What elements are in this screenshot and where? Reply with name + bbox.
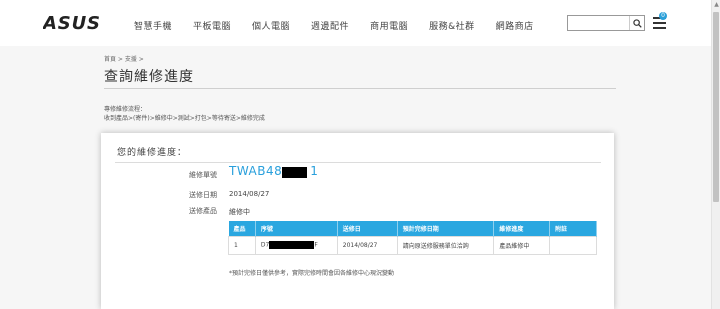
- repair-status-card: 您的維修進度： 維修單號 TWAB48 1 送修日期 2014/08/27 送修產…: [101, 133, 614, 309]
- cell-index: 1: [228, 235, 256, 255]
- main-nav: 智慧手機 平板電腦 個人電腦 週邊配件 商用電腦 服務&社群 網路商店: [134, 19, 555, 32]
- card-title: 您的維修進度：: [117, 148, 188, 158]
- redaction-block: [282, 167, 307, 178]
- nav-item-service[interactable]: 服務&社群: [429, 19, 475, 32]
- breadcrumb[interactable]: 首頁 > 支援 >: [104, 54, 144, 63]
- table-row: 1 D7 F 2014/08/27 請向原送修服務單位洽詢 產品維修中: [228, 235, 597, 255]
- product-label: 送修產品: [189, 207, 217, 215]
- date-value: 2014/08/27: [229, 190, 270, 198]
- process-steps: 收到產品>(寄件)>維修中>測試>打包>等待寄送>維修完成: [104, 115, 265, 122]
- nav-item-store[interactable]: 網路商店: [496, 19, 534, 32]
- search-button[interactable]: [629, 16, 644, 30]
- redaction-block: [269, 241, 315, 249]
- page-title: 查詢維修進度: [104, 69, 194, 85]
- cell-date: 2014/08/27: [336, 235, 398, 255]
- cart-count-badge: 0: [659, 12, 667, 20]
- col-header-note: 附註: [549, 221, 597, 236]
- cell-eta: 請向原送修服務單位洽詢: [396, 235, 495, 255]
- asus-logo[interactable]: ASUS: [43, 13, 101, 32]
- svg-text:ASUS: ASUS: [43, 13, 100, 32]
- site-header: ASUS 智慧手機 平板電腦 個人電腦 週邊配件 商用電腦 服務&社群 網路商店…: [0, 0, 711, 46]
- serial-label: 維修單號: [189, 171, 217, 179]
- card-divider: [115, 162, 601, 163]
- nav-item-business[interactable]: 商用電腦: [370, 19, 408, 32]
- disclaimer-note: *預計完修日僅供參考，實際完修時間會因各維修中心現況變動: [229, 270, 395, 277]
- col-header-status: 維修進度: [493, 221, 551, 236]
- search-icon: [632, 18, 642, 28]
- date-label: 送修日期: [189, 191, 217, 199]
- cell-status: 產品維修中: [493, 235, 551, 255]
- process-label: 專修維修流程：: [104, 106, 147, 113]
- col-header-product: 產品: [228, 221, 256, 236]
- cell-note: [549, 235, 597, 255]
- product-value: 維修中: [229, 208, 250, 216]
- search-box: [567, 15, 645, 31]
- vertical-scrollbar[interactable]: ▲: [711, 0, 720, 309]
- search-input[interactable]: [570, 17, 628, 29]
- nav-item-phones[interactable]: 智慧手機: [134, 19, 172, 32]
- nav-item-tablets[interactable]: 平板電腦: [193, 19, 231, 32]
- col-header-date: 送修日: [337, 221, 398, 236]
- nav-item-accessories[interactable]: 週邊配件: [311, 19, 349, 32]
- scroll-thumb[interactable]: [713, 12, 719, 202]
- repair-table: 產品 序號 送修日 預計完修日期 維修進度 附註 1 D7 F 2014/08/2…: [228, 221, 597, 255]
- cell-serial: D7 F: [254, 235, 338, 255]
- title-divider: [104, 88, 616, 89]
- nav-item-pcs[interactable]: 個人電腦: [252, 19, 290, 32]
- serial-prefix: TWAB48: [229, 164, 283, 178]
- col-header-serial: 序號: [255, 221, 338, 236]
- col-header-eta: 預計完修日期: [397, 221, 495, 236]
- serial-suffix: 1: [310, 164, 319, 178]
- scroll-up-arrow-icon[interactable]: ▲: [713, 1, 720, 8]
